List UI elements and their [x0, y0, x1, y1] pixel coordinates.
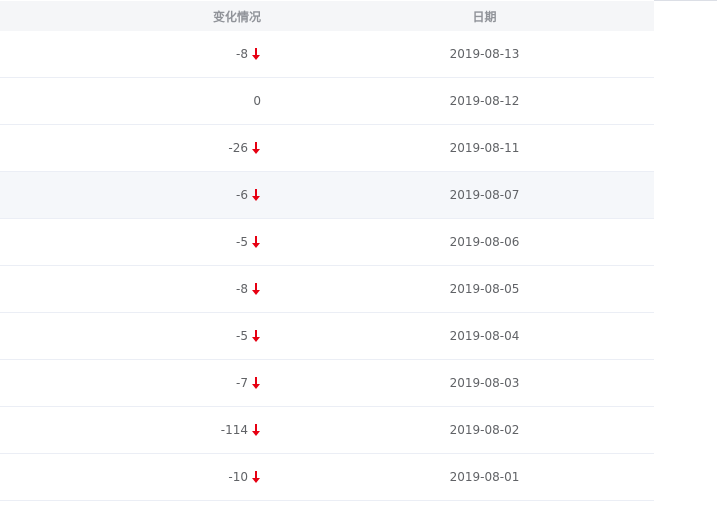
table-row[interactable]: -5 2019-08-04	[0, 313, 654, 360]
change-value: -5	[236, 235, 248, 249]
arrow-down-icon	[252, 142, 260, 154]
date-cell: 2019-08-06	[449, 235, 520, 249]
table-row[interactable]: -5 2019-08-06	[0, 219, 654, 266]
date-cell: 2019-08-05	[449, 282, 520, 296]
date-cell: 2019-08-02	[449, 423, 520, 437]
date-cell: 2019-08-11	[449, 141, 520, 155]
date-cell: 2019-08-13	[449, 47, 520, 61]
date-cell: 2019-08-12	[449, 94, 520, 108]
date-cell: 2019-08-07	[449, 188, 520, 202]
change-value: -7	[236, 376, 248, 390]
change-value: 0	[253, 94, 261, 108]
table-header: 变化情况 日期	[0, 1, 654, 31]
change-value: -114	[220, 423, 248, 437]
header-date: 日期	[472, 9, 497, 24]
change-value: -26	[228, 141, 248, 155]
arrow-down-icon	[252, 236, 260, 248]
change-value: -6	[236, 188, 248, 202]
table-row[interactable]: -7 2019-08-03	[0, 360, 654, 407]
date-cell: 2019-08-04	[449, 329, 520, 343]
arrow-down-icon	[252, 330, 260, 342]
table-row[interactable]: -26 2019-08-11	[0, 125, 654, 172]
arrow-down-icon	[252, 189, 260, 201]
table-row[interactable]: 0 2019-08-12	[0, 78, 654, 125]
arrow-down-icon	[252, 48, 260, 60]
change-value: -8	[236, 47, 248, 61]
table-row[interactable]: -8 2019-08-05	[0, 266, 654, 313]
date-cell: 2019-08-01	[449, 470, 520, 484]
change-value: -5	[236, 329, 248, 343]
change-history-table: 变化情况 日期 -8 2019-08-13 0 2019-08-12 -26 2…	[0, 0, 654, 507]
change-value: -8	[236, 282, 248, 296]
table-row[interactable]: -114 2019-08-02	[0, 407, 654, 454]
arrow-down-icon	[252, 377, 260, 389]
table-row[interactable]: -10 2019-08-01	[0, 454, 654, 501]
change-value: -10	[228, 470, 248, 484]
arrow-down-icon	[252, 424, 260, 436]
date-cell: 2019-08-03	[449, 376, 520, 390]
table-row[interactable]: -8 2019-08-13	[0, 31, 654, 78]
arrow-down-icon	[252, 471, 260, 483]
table-row-hovered[interactable]: -6 2019-08-07	[0, 172, 654, 219]
arrow-down-icon	[252, 283, 260, 295]
